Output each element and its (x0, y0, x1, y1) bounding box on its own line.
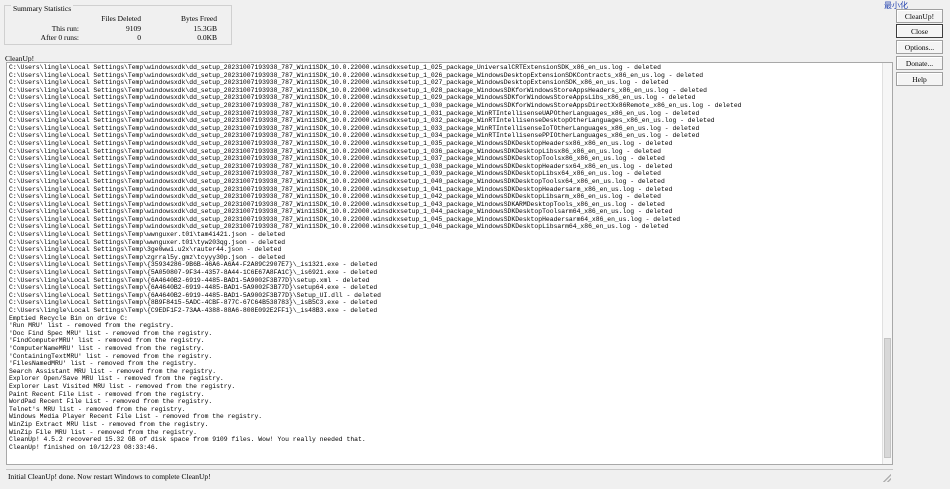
status-text: Initial CleanUp! done. Now restart Windo… (8, 472, 211, 481)
log-line: C:\Users\lingle\Local Settings\Temp\wind… (9, 139, 673, 147)
log-line: Windows Media Player Recent File List - … (9, 413, 263, 421)
log-line: C:\Users\lingle\Local Settings\Temp\{5A0… (9, 269, 378, 277)
log-line: Paint Recent File List - removed from th… (9, 390, 205, 398)
log-line: Emptied Recycle Bin on drive C: (9, 314, 128, 322)
log-line: C:\Users\lingle\Local Settings\Temp\wind… (9, 86, 707, 94)
log-line: 'FindComputerMRU' list - removed from th… (9, 337, 205, 345)
after-runs-label: After 0 runs: (40, 33, 79, 42)
log-line: Explorer Open/Save MRU list - removed fr… (9, 375, 224, 383)
after-runs-bytes: 0.0KB (197, 33, 217, 42)
log-line: C:\Users\lingle\Local Settings\Temp\wind… (9, 208, 673, 216)
log-line: C:\Users\lingle\Local Settings\Temp\wind… (9, 223, 669, 231)
log-line: C:\Users\lingle\Local Settings\Temp\wind… (9, 101, 742, 109)
log-line: 'ComputerNameMRU' list - removed from th… (9, 344, 205, 352)
log-line: 'ContainingTextMRU' list - removed from … (9, 352, 213, 360)
log-line: C:\Users\lingle\Local Settings\Temp\wind… (9, 177, 665, 185)
log-line: C:\Users\lingle\Local Settings\Temp\wind… (9, 215, 681, 223)
cleanup-button[interactable]: CleanUp! (896, 9, 943, 23)
options-button[interactable]: Options... (896, 40, 943, 54)
log-line: C:\Users\lingle\Local Settings\Temp\wind… (9, 117, 715, 125)
bytes-freed-header: Bytes Freed (180, 14, 217, 23)
log-line: C:\Users\lingle\Local Settings\Temp\wind… (9, 109, 700, 117)
this-run-label: This run: (51, 24, 79, 33)
log-line: C:\Users\lingle\Local Settings\Temp\{359… (9, 261, 378, 269)
log-line: C:\Users\lingle\Local Settings\Temp\wind… (9, 200, 665, 208)
log-line: C:\Users\lingle\Local Settings\Temp\wwng… (9, 238, 286, 246)
status-bar: Initial CleanUp! done. Now restart Windo… (6, 469, 893, 484)
log-line: C:\Users\lingle\Local Settings\Temp\wind… (9, 132, 700, 140)
log-line: C:\Users\lingle\Local Settings\Temp\wind… (9, 170, 661, 178)
log-scrollbar-thumb[interactable] (884, 338, 891, 458)
log-line: WinZip Extract MRU list - removed from t… (9, 420, 209, 428)
log-line: CleanUp! 4.5.2 recovered 15.32 GB of dis… (9, 436, 366, 444)
log-line: C:\Users\lingle\Local Settings\Temp\wind… (9, 162, 673, 170)
close-button[interactable]: Close (896, 24, 943, 38)
donate-button[interactable]: Donate... (896, 56, 943, 70)
log-line: C:\Users\lingle\Local Settings\Temp\wwng… (9, 231, 286, 239)
log-lines: C:\Users\lingle\Local Settings\Temp\wind… (9, 64, 880, 451)
log-line: C:\Users\lingle\Local Settings\Temp\wind… (9, 71, 704, 79)
log-scrollbar[interactable] (882, 63, 892, 464)
log-line: 'FilesNamedMRU' list - removed from the … (9, 360, 197, 368)
log-line: C:\Users\lingle\Local Settings\Temp\{C9E… (9, 307, 378, 314)
log-line: C:\Users\lingle\Local Settings\Temp\wind… (9, 124, 700, 132)
log-line: C:\Users\lingle\Local Settings\Temp\{6A4… (9, 291, 381, 299)
log-textbox[interactable]: C:\Users\lingle\Local Settings\Temp\wind… (6, 62, 893, 465)
log-line: C:\Users\lingle\Local Settings\Temp\{6A4… (9, 284, 378, 292)
log-line: C:\Users\lingle\Local Settings\Temp\{8B9… (9, 299, 378, 307)
help-button[interactable]: Help (896, 72, 943, 86)
log-line: C:\Users\lingle\Local Settings\Temp\zgrr… (9, 253, 286, 261)
log-line: C:\Users\lingle\Local Settings\Temp\wind… (9, 94, 696, 102)
resize-grip-icon[interactable] (883, 474, 891, 482)
log-line: Telnet's MRU list - removed from the reg… (9, 405, 186, 413)
log-line: C:\Users\lingle\Local Settings\Temp\3ge0… (9, 246, 282, 254)
log-line: Search Assistant MRU list - removed from… (9, 367, 217, 375)
files-deleted-header: Files Deleted (101, 14, 141, 23)
log-line: C:\Users\lingle\Local Settings\Temp\wind… (9, 193, 661, 201)
log-line: Explorer Last Visited MRU list - removed… (9, 382, 236, 390)
log-line: 'Doc Find Spec MRU' list - removed from … (9, 329, 213, 337)
after-runs-files: 0 (137, 33, 141, 42)
log-line: CleanUp! finished on 10/12/23 08:33:46. (9, 443, 159, 451)
summary-statistics-group: Summary Statistics Files Deleted Bytes F… (4, 4, 232, 45)
this-run-files: 9109 (126, 24, 141, 33)
summary-statistics-title: Summary Statistics (11, 4, 74, 13)
log-line: C:\Users\lingle\Local Settings\Temp\wind… (9, 155, 665, 163)
log-line: C:\Users\lingle\Local Settings\Temp\wind… (9, 147, 661, 155)
this-run-bytes: 15.3GB (193, 24, 217, 33)
log-line: C:\Users\lingle\Local Settings\Temp\wind… (9, 64, 661, 71)
log-line: WordPad Recent File List - removed from … (9, 398, 213, 406)
log-line: C:\Users\lingle\Local Settings\Temp\{6A4… (9, 276, 370, 284)
log-line: C:\Users\lingle\Local Settings\Temp\wind… (9, 185, 673, 193)
log-line: C:\Users\lingle\Local Settings\Temp\wind… (9, 79, 669, 87)
log-line: WinZip File MRU list - removed from the … (9, 428, 197, 436)
log-line: 'Run MRU' list - removed from the regist… (9, 322, 174, 330)
